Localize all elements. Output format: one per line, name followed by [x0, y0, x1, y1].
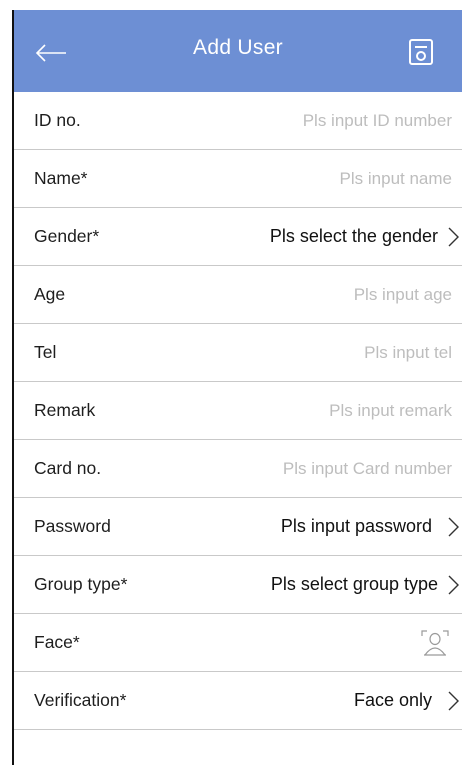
- verification-label: Verification*: [34, 690, 127, 710]
- id-number-input[interactable]: Pls input ID number: [303, 111, 452, 131]
- name-input[interactable]: Pls input name: [340, 169, 452, 189]
- group-type-select[interactable]: Pls select group type: [271, 574, 438, 595]
- chevron-right-icon[interactable]: [446, 515, 460, 539]
- tel-input[interactable]: Pls input tel: [364, 343, 452, 363]
- field-card-number[interactable]: Card no. Pls input Card number: [14, 440, 462, 498]
- remark-input[interactable]: Pls input remark: [329, 401, 452, 421]
- back-arrow-icon[interactable]: [34, 40, 68, 66]
- field-verification[interactable]: Verification* Face only: [14, 672, 462, 730]
- remark-label: Remark: [34, 400, 96, 420]
- face-label: Face*: [34, 632, 80, 652]
- gender-select[interactable]: Pls select the gender: [270, 226, 438, 247]
- chevron-right-icon[interactable]: [446, 573, 460, 597]
- field-gender[interactable]: Gender* Pls select the gender: [14, 208, 462, 266]
- field-id-number[interactable]: ID no. Pls input ID number: [14, 92, 462, 150]
- face-capture-icon[interactable]: [420, 629, 450, 657]
- verification-select[interactable]: Face only: [354, 690, 432, 711]
- id-number-label: ID no.: [34, 110, 81, 130]
- save-icon[interactable]: [408, 38, 434, 66]
- field-remark[interactable]: Remark Pls input remark: [14, 382, 462, 440]
- age-label: Age: [34, 284, 66, 304]
- field-name[interactable]: Name* Pls input name: [14, 150, 462, 208]
- gender-label: Gender*: [34, 226, 100, 246]
- card-number-input[interactable]: Pls input Card number: [283, 459, 452, 479]
- field-age[interactable]: Age Pls input age: [14, 266, 462, 324]
- field-face[interactable]: Face*: [14, 614, 462, 672]
- tel-label: Tel: [34, 342, 57, 362]
- field-password[interactable]: Password Pls input password: [14, 498, 462, 556]
- group-type-label: Group type*: [34, 574, 128, 594]
- app-header: Add User: [14, 10, 462, 92]
- card-number-label: Card no.: [34, 458, 102, 478]
- field-tel[interactable]: Tel Pls input tel: [14, 324, 462, 382]
- age-input[interactable]: Pls input age: [354, 285, 452, 305]
- add-user-screen: Add User ID no. Pls input ID number Name…: [12, 10, 462, 765]
- password-select[interactable]: Pls input password: [281, 516, 432, 537]
- password-label: Password: [34, 516, 111, 536]
- user-form: ID no. Pls input ID number Name* Pls inp…: [14, 92, 462, 730]
- name-label: Name*: [34, 168, 88, 188]
- chevron-right-icon[interactable]: [446, 689, 460, 713]
- page-title: Add User: [193, 36, 283, 59]
- field-group-type[interactable]: Group type* Pls select group type: [14, 556, 462, 614]
- chevron-right-icon[interactable]: [446, 225, 460, 249]
